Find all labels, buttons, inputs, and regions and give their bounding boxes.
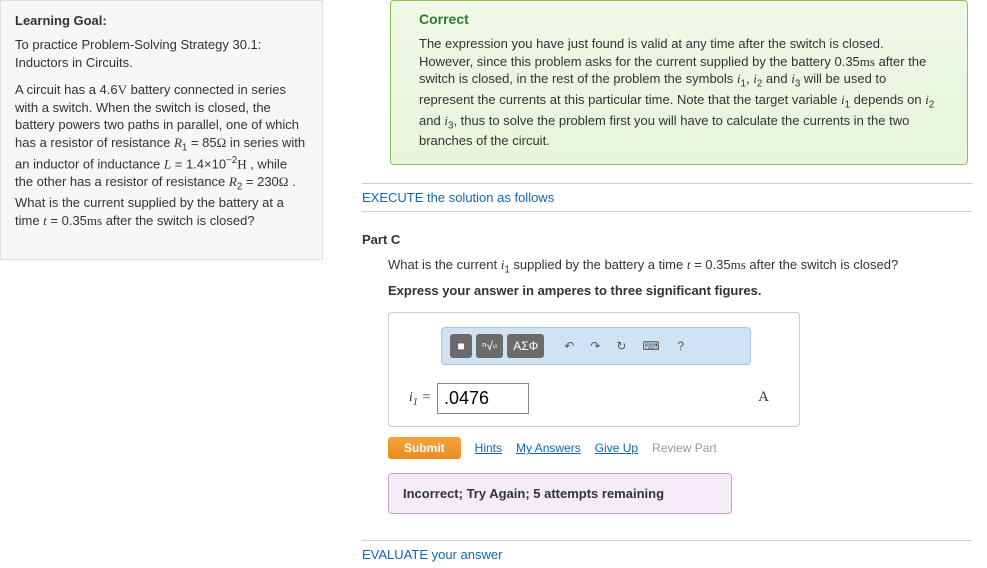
- undo-icon[interactable]: ↶: [558, 334, 580, 358]
- sidebar: Learning Goal: To practice Problem-Solvi…: [0, 0, 323, 260]
- correct-body: The expression you have just found is va…: [419, 35, 939, 150]
- keyboard-icon[interactable]: ⌨: [636, 334, 665, 358]
- redo-icon[interactable]: ↷: [584, 334, 606, 358]
- part-c-question: What is the current i1 supplied by the b…: [388, 257, 972, 276]
- answer-box: ■ ⁿ√▫ ΑΣΦ ↶ ↷ ↻ ⌨ ? i1 = A: [388, 312, 800, 427]
- answer-unit: A: [758, 389, 769, 406]
- evaluate-section-header[interactable]: EVALUATE your answer: [362, 540, 972, 568]
- hints-link[interactable]: Hints: [475, 441, 502, 455]
- problem-statement: A circuit has a 4.6V battery connected i…: [15, 81, 308, 229]
- part-c-label: Part C: [362, 232, 972, 247]
- review-part-link: Review Part: [652, 441, 717, 455]
- reset-icon[interactable]: ↻: [610, 334, 632, 358]
- learning-goal-heading: Learning Goal:: [15, 13, 308, 28]
- incorrect-feedback: Incorrect; Try Again; 5 attempts remaini…: [388, 473, 732, 514]
- answer-variable: i1 =: [397, 390, 431, 408]
- template-icon[interactable]: ■: [450, 334, 472, 358]
- answer-input[interactable]: [437, 383, 529, 414]
- submit-button[interactable]: Submit: [388, 437, 461, 459]
- correct-title: Correct: [419, 11, 939, 27]
- answer-row: i1 =: [397, 383, 799, 414]
- equation-toolbar: ■ ⁿ√▫ ΑΣΦ ↶ ↷ ↻ ⌨ ?: [441, 327, 751, 365]
- main-content: Correct The expression you have just fou…: [362, 0, 972, 568]
- help-icon[interactable]: ?: [670, 334, 692, 358]
- learning-goal-intro: To practice Problem-Solving Strategy 30.…: [15, 36, 308, 71]
- submit-row: Submit Hints My Answers Give Up Review P…: [388, 437, 972, 459]
- greek-icon[interactable]: ΑΣΦ: [507, 334, 544, 358]
- execute-section-header[interactable]: EXECUTE the solution as follows: [362, 183, 972, 212]
- correct-feedback-box: Correct The expression you have just fou…: [390, 0, 968, 165]
- part-c-instruction: Express your answer in amperes to three …: [388, 283, 972, 298]
- give-up-link[interactable]: Give Up: [595, 441, 638, 455]
- root-icon[interactable]: ⁿ√▫: [476, 334, 503, 358]
- my-answers-link[interactable]: My Answers: [516, 441, 581, 455]
